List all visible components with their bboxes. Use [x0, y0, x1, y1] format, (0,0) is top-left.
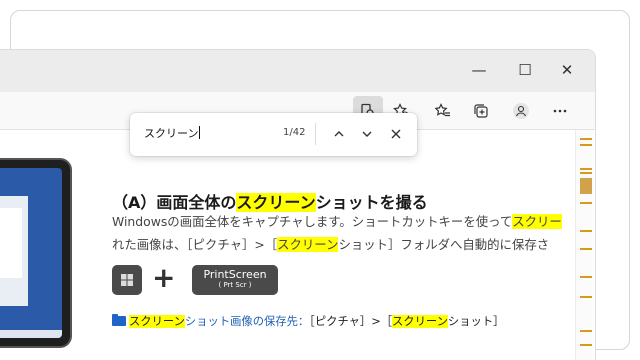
- printscreen-key: PrintScreen ( Prt Scr ): [192, 265, 278, 295]
- search-result-marker: [580, 230, 592, 232]
- collections-icon: [474, 104, 488, 118]
- find-input[interactable]: スクリーン: [144, 125, 201, 141]
- text-caret: [199, 126, 201, 139]
- scrollbar[interactable]: [575, 130, 593, 360]
- maximize-button[interactable]: ☐: [502, 56, 548, 84]
- search-result-marker: [580, 248, 592, 250]
- close-button[interactable]: ✕: [544, 56, 590, 84]
- taskbar-thumbnail: [0, 330, 62, 338]
- paragraph-text-end: ショット］フォルダへ自動的に保存さ: [338, 237, 550, 252]
- printscreen-key-sublabel: ( Prt Scr ): [218, 281, 252, 289]
- search-highlight: スクリーン: [236, 193, 316, 212]
- save-location: スクリーンショット画像の保存先：［ピクチャ］>［スクリーンショット］: [112, 313, 504, 329]
- previous-match-button[interactable]: [326, 121, 352, 147]
- search-result-marker: [580, 202, 592, 204]
- search-result-marker: [580, 138, 592, 140]
- title-bar: — ☐ ✕: [0, 50, 595, 92]
- minimize-button[interactable]: —: [456, 56, 502, 84]
- windows-logo-icon: [121, 274, 133, 286]
- next-match-button[interactable]: [354, 121, 380, 147]
- save-path-text: ［ピクチャ］>［: [309, 315, 392, 328]
- find-on-page-bar: スクリーン 1/42: [130, 113, 417, 156]
- favorites-icon: [435, 103, 450, 117]
- section-heading: （A）画面全体のスクリーンショットを撮る: [112, 189, 428, 213]
- scroll-thumb[interactable]: [580, 178, 592, 194]
- favorites-button[interactable]: [428, 96, 458, 126]
- paragraph-text: Windowsの画面全体をキャプチャします。ショートカットキーを使って: [112, 214, 513, 229]
- plus-sign: +: [152, 261, 176, 294]
- match-count: 1/42: [283, 127, 306, 138]
- close-find-button[interactable]: [383, 121, 409, 147]
- save-path-text-end: ショット］: [447, 315, 505, 328]
- search-highlight: スクリーン: [277, 237, 339, 252]
- more-icon: [553, 109, 567, 113]
- heading-text-end: ショットを撮る: [315, 193, 428, 212]
- paragraph-line-1: Windowsの画面全体をキャプチャします。ショートカットキーを使ってスクリー: [112, 212, 574, 230]
- folder-icon: [112, 314, 126, 326]
- windows-key: [112, 265, 142, 295]
- search-result-marker: [580, 172, 592, 174]
- window-thumbnail-inner: [0, 208, 22, 278]
- search-result-marker: [580, 344, 592, 346]
- save-location-label: ショット画像の保存先：: [184, 315, 310, 328]
- find-query: スクリーン: [144, 127, 199, 140]
- divider: [315, 123, 316, 145]
- chevron-up-icon: [334, 131, 344, 137]
- search-result-marker: [580, 276, 592, 278]
- search-result-marker: [580, 296, 592, 298]
- laptop-illustration: [0, 158, 72, 348]
- printscreen-key-label: PrintScreen: [203, 268, 267, 281]
- search-result-marker: [580, 144, 592, 146]
- profile-button[interactable]: [506, 96, 536, 126]
- search-highlight: スクリーン: [392, 315, 448, 328]
- paragraph-text: れた画像は、［ピクチャ］>［: [112, 237, 278, 252]
- more-button[interactable]: [545, 96, 575, 126]
- close-icon: [391, 129, 401, 139]
- collections-button[interactable]: [466, 96, 496, 126]
- heading-text: （A）画面全体の: [112, 193, 237, 212]
- search-highlight: スクリーン: [129, 315, 185, 328]
- search-highlight: スクリー: [512, 214, 562, 229]
- chevron-down-icon: [362, 131, 372, 137]
- search-result-marker: [580, 168, 592, 170]
- paragraph-line-2: れた画像は、［ピクチャ］>［スクリーンショット］フォルダへ自動的に保存さ: [112, 235, 574, 253]
- profile-icon: [513, 103, 529, 119]
- search-result-marker: [580, 330, 592, 332]
- laptop-screen: [0, 168, 62, 338]
